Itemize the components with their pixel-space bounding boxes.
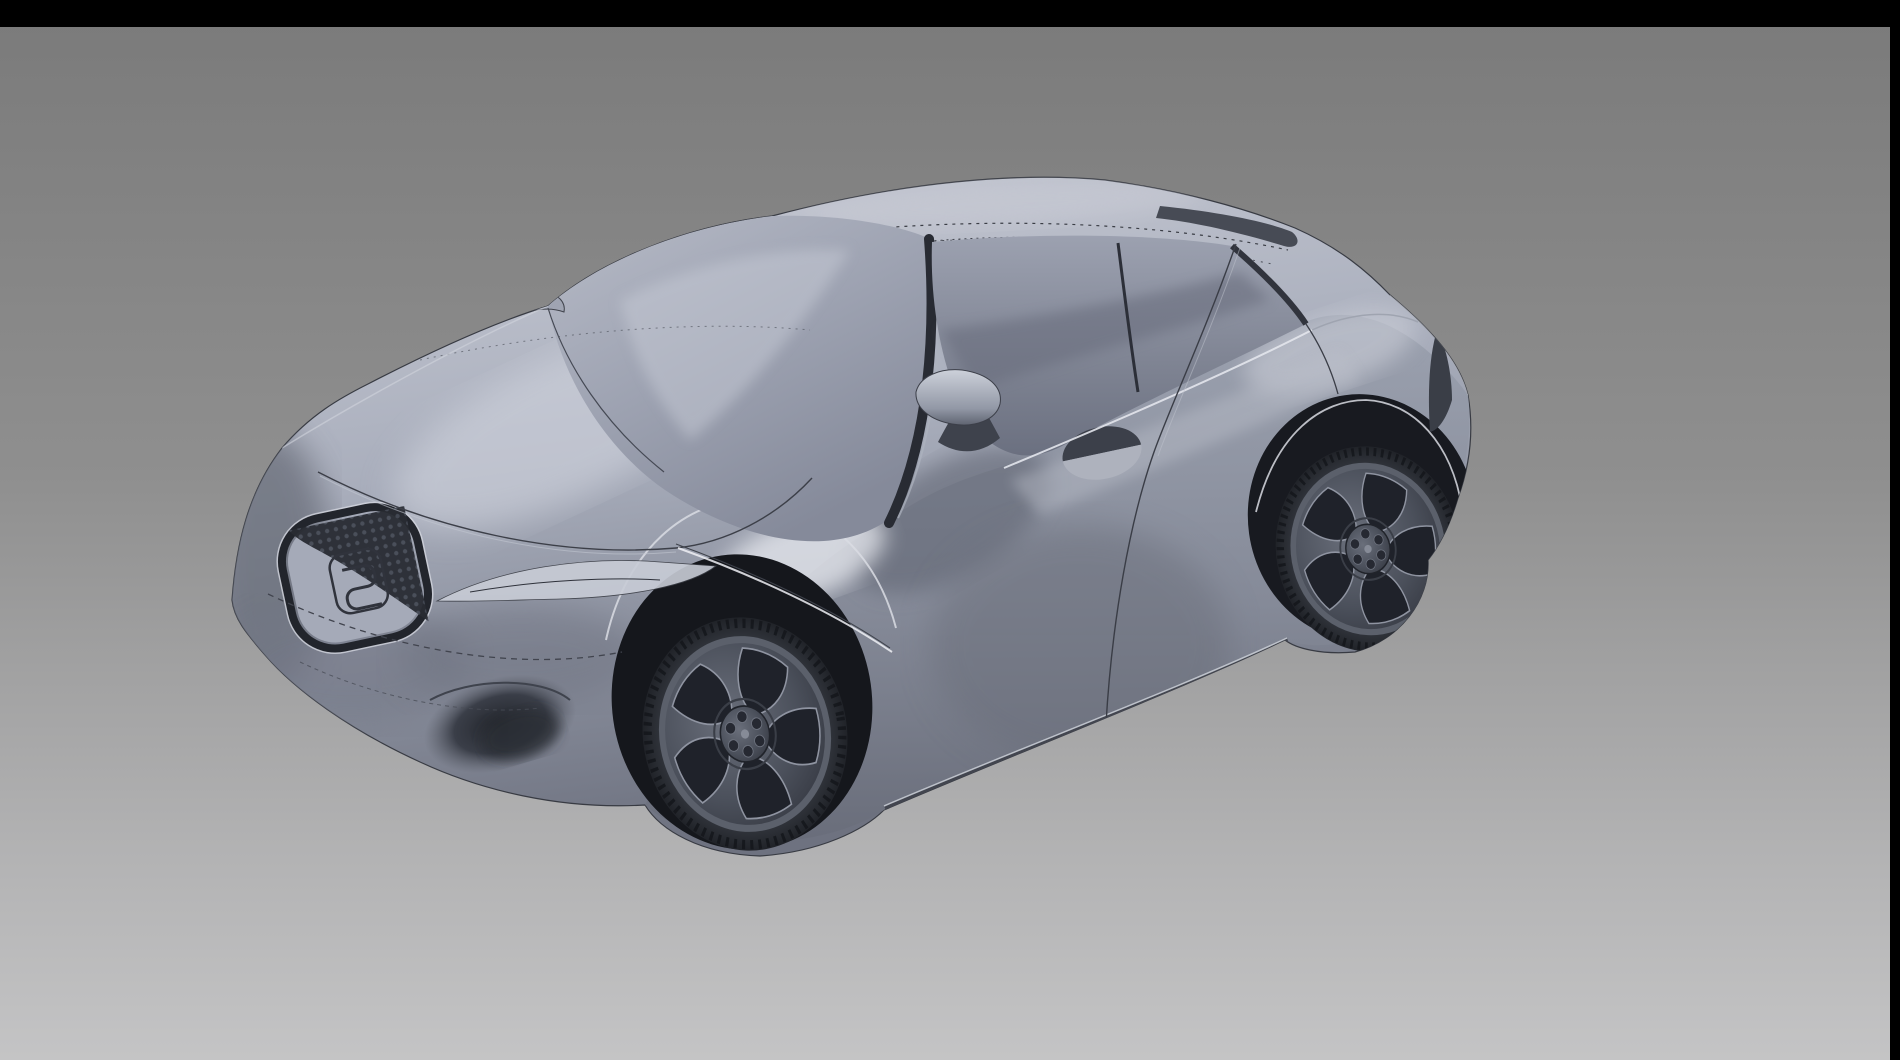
cad-viewport[interactable]: 3D CAD viewport - silver SEAT concept ha… (0, 0, 1900, 1060)
right-letterbox-bar (1890, 0, 1900, 1060)
top-letterbox-bar (0, 0, 1900, 27)
viewport-screen: 3D CAD viewport - silver SEAT concept ha… (0, 0, 1900, 1060)
